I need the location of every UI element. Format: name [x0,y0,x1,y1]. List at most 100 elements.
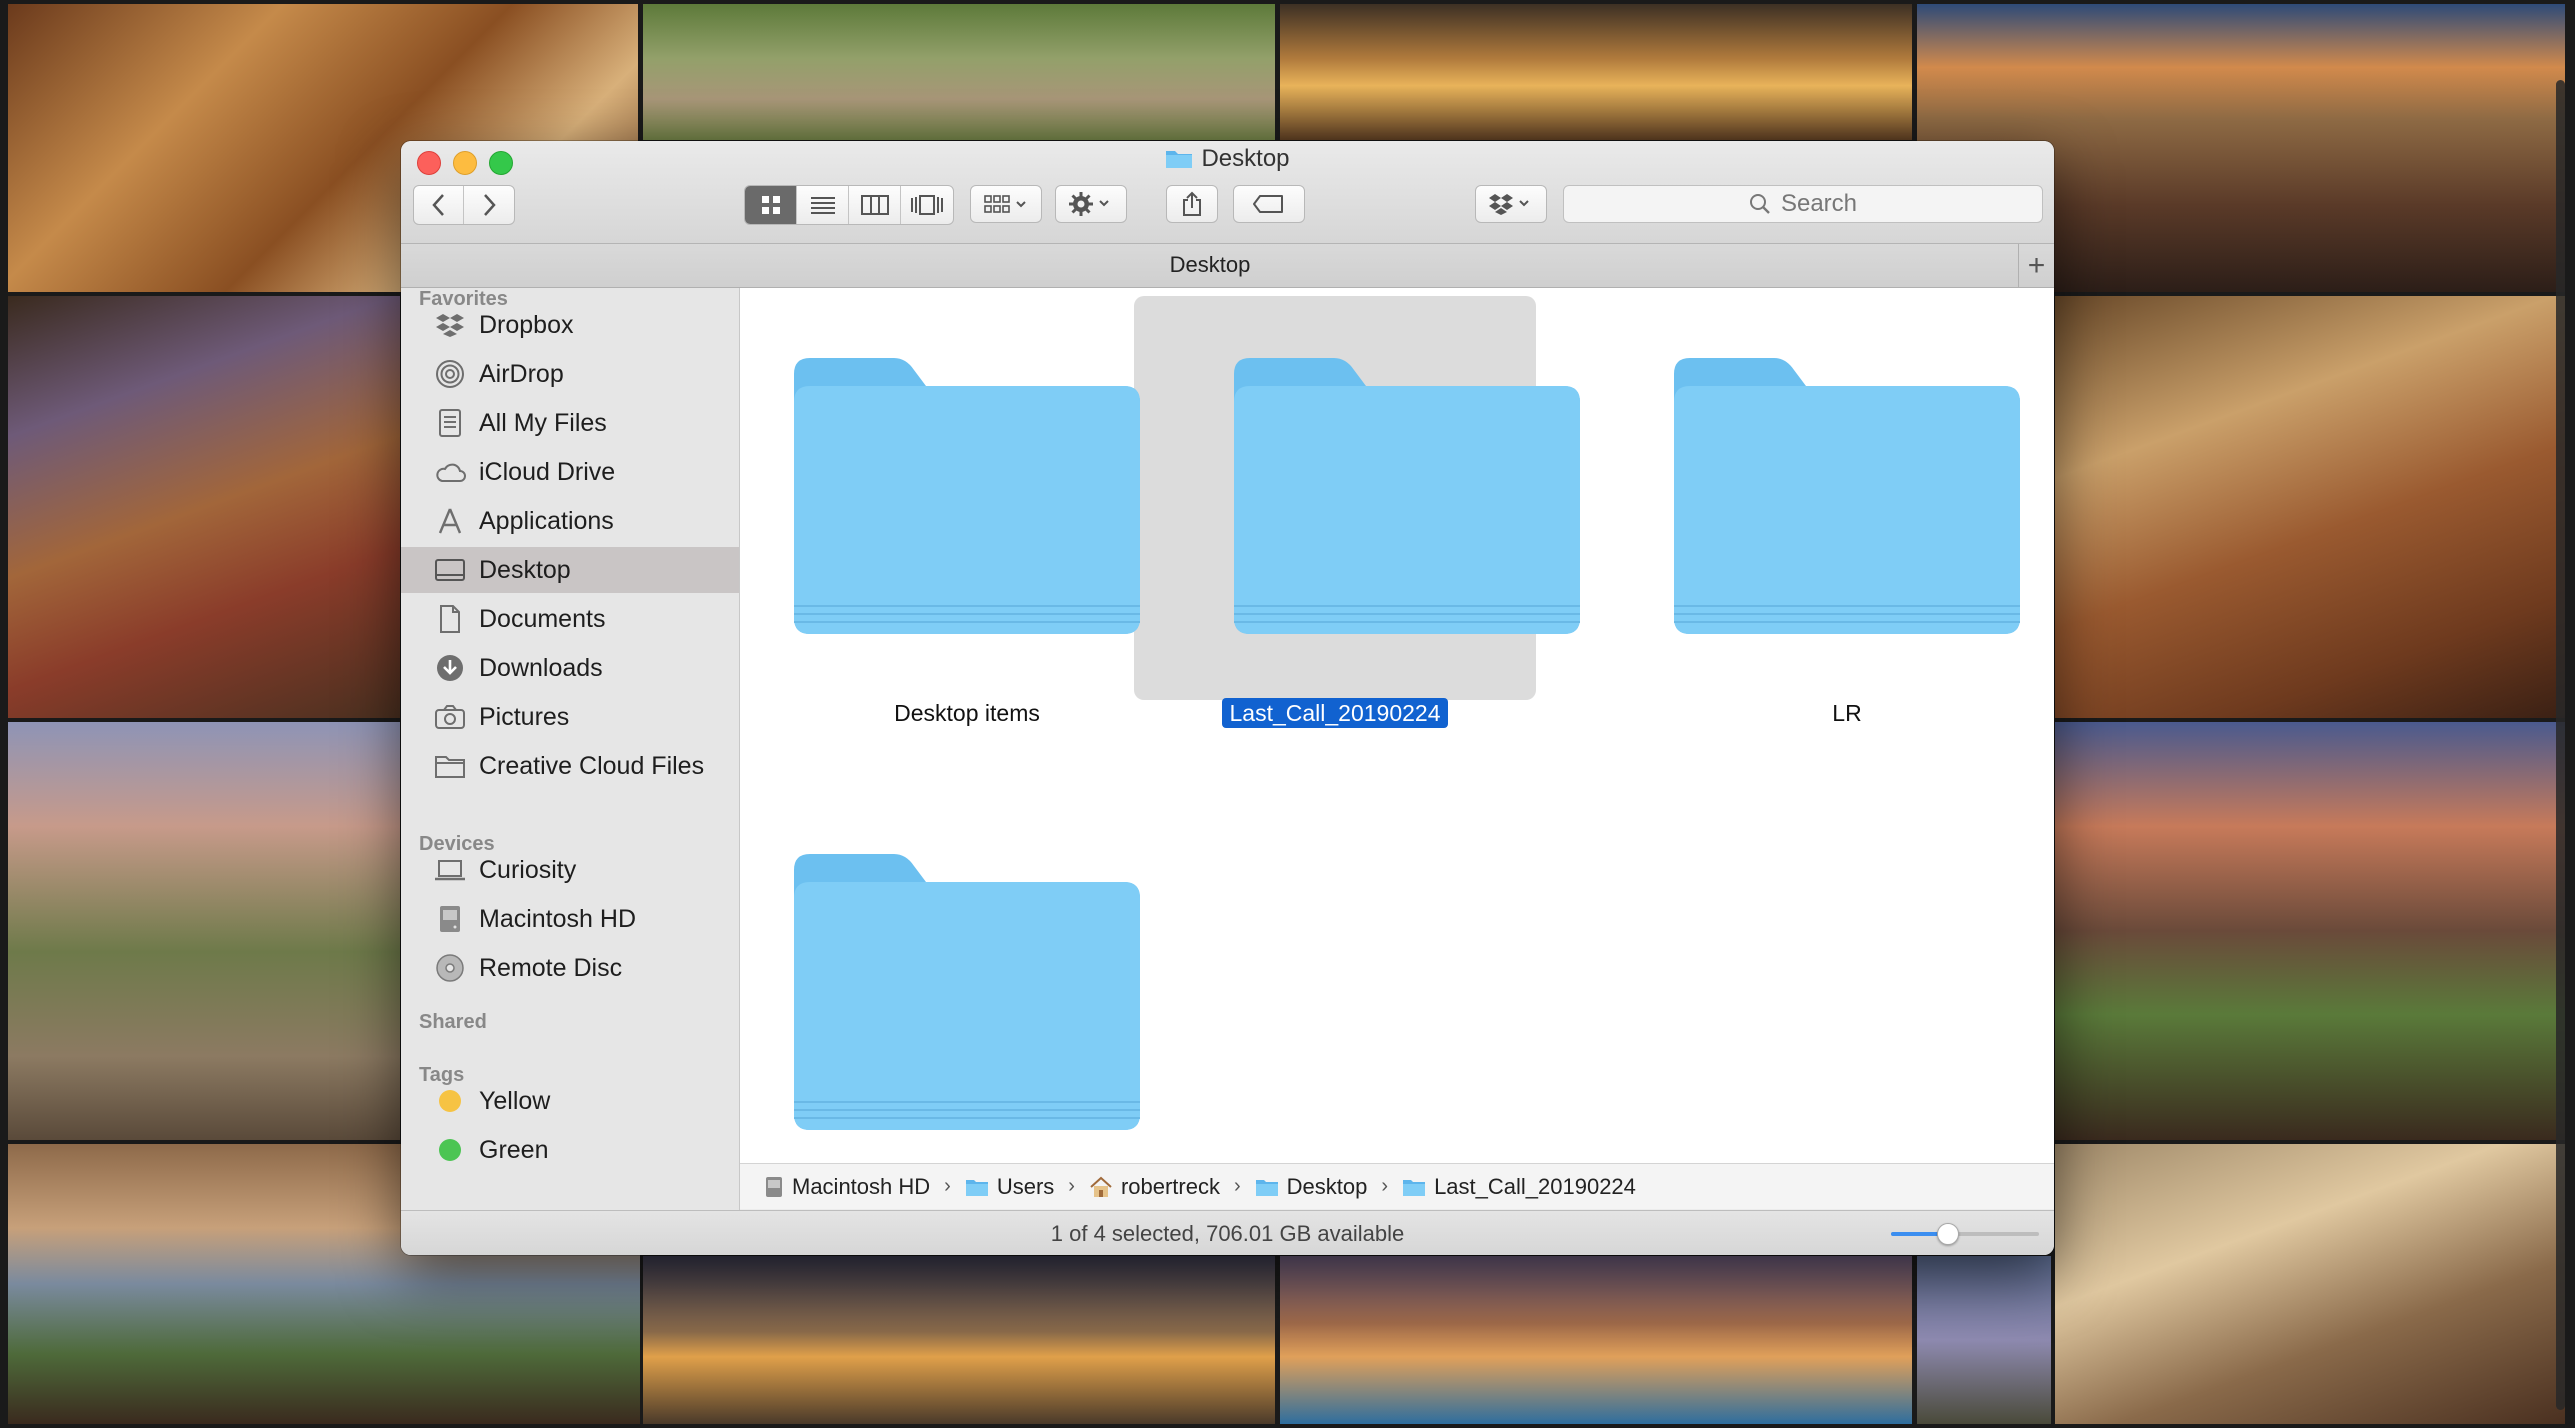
folder-name-text: LR [1832,700,1862,726]
list-icon [810,197,835,214]
wallpaper-photo [643,4,1275,140]
download-icon [433,651,467,685]
sidebar-item-label: Desktop [479,555,571,584]
disc-icon [433,951,467,985]
path-bar: Macintosh HD › Users › robertreck › Desk… [740,1163,2054,1209]
path-item-last-call[interactable]: Last_Call_20190224 [1402,1174,1636,1200]
cover-flow-button[interactable] [901,186,953,224]
path-label: robertreck [1120,1173,1220,1199]
sidebar-item-label: Green [479,1135,549,1164]
view-mode-control [744,185,954,225]
share-icon [1183,191,1201,216]
file-icon-view[interactable]: Desktop items Last_Call_20190224 LR [740,288,2054,1186]
arrange-button[interactable] [970,185,1042,223]
back-button[interactable] [414,186,464,224]
wallpaper-photo [2055,296,2565,718]
folder-item[interactable] [794,854,1140,1139]
folder-item[interactable] [1674,358,2020,643]
column-view-button[interactable] [849,186,901,224]
sidebar: Favorites Dropbox AirDrop All My Files i… [401,288,740,1255]
sidebar-item-documents[interactable]: Documents [401,596,739,642]
cloud-icon [433,455,467,489]
tab-bar: Desktop + [401,244,2054,288]
desktop-scroll-indicator [2556,80,2565,1410]
sidebar-item-dropbox[interactable]: Dropbox [401,302,739,348]
sidebar-item-icloud-drive[interactable]: iCloud Drive [401,449,739,495]
search-field[interactable]: Search [1563,185,2043,223]
folder-icon [965,1179,988,1196]
dropbox-button[interactable] [1475,185,1547,223]
folder-item-selected[interactable] [1234,358,1580,643]
wallpaper-photo [2055,722,2565,1140]
nav-buttons [413,185,515,225]
path-separator: › [1068,1175,1075,1197]
sidebar-item-curiosity[interactable]: Curiosity [401,847,739,893]
tag-button[interactable] [1233,185,1305,223]
gear-icon [1069,192,1109,216]
sidebar-item-label: Dropbox [479,310,574,339]
sidebar-item-all-my-files[interactable]: All My Files [401,400,739,446]
sidebar-item-airdrop[interactable]: AirDrop [401,351,739,397]
new-tab-button[interactable]: + [2018,244,2054,287]
sidebar-item-tag-green[interactable]: Green [401,1127,739,1173]
tab-desktop[interactable]: Desktop [401,252,2019,278]
sidebar-item-label: Documents [479,604,606,633]
sidebar-item-tag-yellow[interactable]: Yellow [401,1078,739,1124]
path-item-robertreck[interactable]: robertreck [1089,1174,1220,1200]
sidebar-item-applications[interactable]: Applications [401,498,739,544]
icon-view-button[interactable] [745,186,797,224]
wallpaper-photo [643,1256,1275,1424]
path-item-users[interactable]: Users [965,1174,1054,1200]
path-item-desktop[interactable]: Desktop [1255,1173,1368,1200]
window-title: Desktop [401,145,2054,176]
path-label: Desktop [1286,1173,1368,1199]
list-view-button[interactable] [797,186,849,224]
folder-name[interactable]: LR [1620,700,2054,727]
all-files-icon [433,406,467,440]
action-button[interactable] [1055,185,1127,223]
folder-item[interactable] [794,358,1140,643]
wallpaper-photo [2055,1144,2565,1424]
tag-icon [1253,195,1283,213]
applications-icon [433,504,467,538]
sidebar-item-macintosh-hd[interactable]: Macintosh HD [401,896,739,942]
sidebar-item-creative-cloud-files[interactable]: Creative Cloud Files [401,743,739,789]
cover-flow-icon [911,195,943,215]
wallpaper-photo [8,296,400,718]
folder-icon [433,749,467,783]
share-button[interactable] [1166,185,1218,223]
folder-icon [794,358,1140,634]
status-text: 1 of 4 selected, 706.01 GB available [1050,1221,1405,1246]
forward-button[interactable] [464,186,514,224]
dropbox-icon [433,308,467,342]
sidebar-item-pictures[interactable]: Pictures [401,694,739,740]
path-label: Last_Call_20190224 [1434,1173,1636,1199]
sidebar-item-remote-disc[interactable]: Remote Disc [401,945,739,991]
sidebar-item-label: Pictures [479,702,570,731]
path-separator: › [1381,1175,1389,1197]
home-icon [1090,1176,1112,1197]
path-item-macintosh-hd[interactable]: Macintosh HD [764,1174,930,1200]
laptop-icon [433,853,467,887]
camera-icon [433,700,467,734]
finder-window: Desktop Search Desktop + Favorites Dropb… [401,141,2054,1255]
folder-name[interactable]: Desktop items [740,700,1194,727]
wallpaper-photo [8,722,400,1140]
yellow-tag-dot [433,1084,467,1118]
sidebar-item-downloads[interactable]: Downloads [401,645,739,691]
dropbox-icon [1489,194,1529,215]
folder-icon [1674,358,2020,634]
sidebar-item-label: Downloads [479,653,603,682]
sidebar-item-label: iCloud Drive [479,457,616,486]
folder-icon [1403,1179,1426,1196]
icon-size-slider[interactable] [1891,1223,2039,1245]
folder-name-selected[interactable]: Last_Call_20190224 [1134,698,1536,728]
path-label: Users [996,1173,1055,1199]
sidebar-item-label: Remote Disc [479,953,623,982]
path-label: Macintosh HD [792,1173,931,1199]
title-bar[interactable]: Desktop Search [401,141,2054,244]
folder-icon [1255,1179,1278,1196]
sidebar-item-label: Applications [479,506,614,535]
sidebar-item-label: Yellow [479,1086,551,1115]
sidebar-item-desktop[interactable]: Desktop [401,547,739,593]
